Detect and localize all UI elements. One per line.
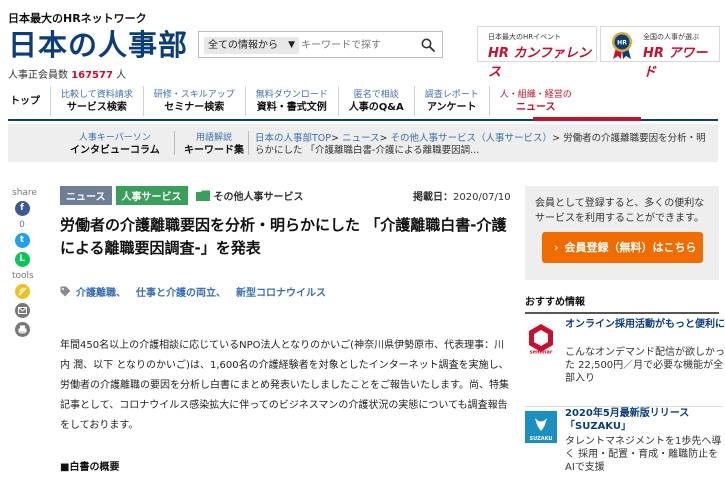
- nav-item-label: 資料・書式文例: [256, 101, 327, 113]
- member-register-text: 会員として登録すると、多くの便利なサービスを利用することができます。: [535, 198, 705, 224]
- hr-conference-subtitle: 日本最大のHRイベント: [488, 33, 562, 41]
- breadcrumb-separator: >: [331, 133, 339, 144]
- keyword-link[interactable]: 介護離職、: [76, 284, 126, 299]
- breadcrumb-separator: >: [379, 133, 388, 144]
- site-logo[interactable]: 日本の人事部: [8, 22, 188, 64]
- tag-hr-service[interactable]: 人事サービス: [115, 186, 188, 205]
- section-heading: ■白書の概要: [60, 462, 120, 473]
- nav-item-service-search[interactable]: 比較して資料請求 サービス検索: [50, 86, 143, 116]
- publish-date-label: 掲載日：: [413, 192, 453, 203]
- sub-nav-label: インタビューコラム: [70, 145, 160, 156]
- nav-item-caption: 人・組織・経営の: [499, 89, 572, 100]
- search-scope-select[interactable]: 全ての情報から ▼: [204, 37, 299, 54]
- nav-item-survey[interactable]: 調査レポート アンケート: [413, 86, 489, 116]
- nav-item-label: トップ: [10, 95, 40, 107]
- recommend-item[interactable]: SUZAKU 2020年5月最新版リリース「SUZAKU」 タレントマネジメント…: [525, 406, 723, 473]
- nav-item-label: サービス検索: [66, 101, 127, 113]
- twitter-icon[interactable]: t: [14, 233, 30, 248]
- member-count-number: 167577: [71, 70, 113, 81]
- article-keywords: 介護離職、 仕事と介護の両立、 新型コロナウイルス: [60, 284, 336, 299]
- nav-item-caption: 比較して資料請求: [61, 89, 133, 100]
- publish-date-value: 2020/07/10: [453, 192, 511, 203]
- sub-nav-label: キーワード集: [184, 145, 244, 156]
- svg-text:HR: HR: [617, 40, 627, 47]
- recommend-item-desc: こんなオンデマンド配信が欲しかった 22,500円／月で必要な機能が全部入り: [565, 347, 725, 384]
- nav-item-label: 人事のQ&A: [348, 101, 404, 113]
- global-nav: トップ 比較して資料請求 サービス検索 研修・スキルアップ セミナー検索 無料ダ…: [8, 86, 638, 116]
- nav-item-label: セミナー検索: [164, 101, 225, 113]
- member-count-unit: 人: [116, 70, 127, 81]
- hr-conference-banner[interactable]: 日本最大のHRイベント HR カンファレンス: [477, 26, 597, 80]
- article-tags: ニュース 人事サービス その他人事サービス: [60, 186, 304, 205]
- search-input[interactable]: [301, 37, 411, 54]
- nav-item-top[interactable]: トップ: [8, 86, 50, 116]
- article-body: 年間450名以上の介護相談に応じているNPO法人となりのかいご(神奈川県伊勢原市…: [60, 340, 509, 431]
- nav-item-label: アンケート: [426, 101, 477, 113]
- nav-item-seminar-search[interactable]: 研修・スキルアップ セミナー検索: [142, 86, 245, 116]
- sub-nav-bar: 人事キーパーソン インタビューコラム 用語解説 キーワード集 日本の人事部TOP…: [8, 124, 718, 162]
- suzaku-logo-label: SUZAKU: [529, 436, 552, 442]
- seminar-logo-label: seminar: [530, 350, 553, 355]
- member-count-label: 人事正会員数: [8, 70, 68, 81]
- search-icon[interactable]: [421, 38, 435, 52]
- line-icon[interactable]: L: [14, 252, 30, 267]
- keyword-link[interactable]: 新型コロナウイルス: [236, 284, 326, 299]
- facebook-icon[interactable]: f: [14, 201, 30, 216]
- recommend-item-title[interactable]: 2020年5月最新版リリース「SUZAKU」: [565, 407, 725, 433]
- mail-icon[interactable]: [14, 303, 30, 318]
- recommend-heading: おすすめ情報: [525, 293, 719, 314]
- breadcrumb-home[interactable]: 日本の人事部TOP: [255, 133, 331, 144]
- nav-item-caption: 匿名で相談: [353, 89, 399, 100]
- nav-item-documents[interactable]: 無料ダウンロード 資料・書式文例: [244, 86, 338, 116]
- nav-item-caption: 無料ダウンロード: [255, 89, 328, 100]
- sub-nav-interview[interactable]: 人事キーパーソン インタビューコラム: [70, 132, 160, 157]
- nav-item-qa[interactable]: 匿名で相談 人事のQ&A: [337, 86, 414, 116]
- breadcrumb: 日本の人事部TOP> ニュース> その他人事サービス（人事サービス）> 労働者の…: [255, 133, 715, 157]
- nav-item-caption: 調査レポート: [424, 89, 479, 100]
- breadcrumb-separator: >: [552, 133, 561, 144]
- hr-award-subtitle: 全国の人事が選ぶ: [643, 33, 699, 41]
- hr-conference-title: HR カンファレンス: [488, 46, 592, 80]
- tag-news[interactable]: ニュース: [60, 186, 112, 205]
- suzaku-logo-icon: SUZAKU: [525, 411, 557, 443]
- publish-date: 掲載日：2020/07/10: [413, 188, 511, 203]
- print-icon[interactable]: [14, 322, 30, 337]
- nav-item-news[interactable]: 人・組織・経営の ニュース: [488, 86, 582, 116]
- recommend-item-desc: タレントマネジメントを1歩先へ導く 採用・配置・育成・離職防止をAIで支援: [565, 436, 722, 473]
- recommend-item-title[interactable]: オンライン採用活動がもっと便利に: [565, 318, 725, 331]
- nav-item-caption: 研修・スキルアップ: [153, 89, 235, 100]
- tag-category[interactable]: その他人事サービス: [214, 188, 304, 203]
- tools-label: tools: [12, 271, 34, 281]
- search-scope-label: 全ての情報から: [208, 40, 278, 51]
- register-button-label: 会員登録（無料）はこちら: [564, 241, 697, 254]
- award-medal-icon: HR: [612, 32, 632, 59]
- member-count: 人事正会員数 167577 人: [8, 66, 126, 81]
- share-label: share: [12, 188, 37, 198]
- clip-icon[interactable]: [14, 284, 30, 299]
- share-rail: share f 0 t L tools: [12, 188, 37, 341]
- tag-icon: [60, 286, 71, 297]
- nav-item-label: ニュース: [516, 101, 556, 113]
- hr-award-title: HR アワード: [643, 46, 708, 80]
- register-button[interactable]: › 会員登録（無料）はこちら: [542, 232, 703, 263]
- sub-nav-caption: 用語解説: [195, 133, 232, 143]
- nav-active-indicator: [533, 117, 641, 121]
- breadcrumb-category[interactable]: その他人事サービス（人事サービス）: [391, 133, 553, 144]
- hr-award-banner[interactable]: HR 全国の人事が選ぶ HR アワード: [600, 26, 720, 80]
- breadcrumb-news[interactable]: ニュース: [342, 133, 380, 144]
- chevron-down-icon: ▼: [288, 40, 295, 50]
- member-register-box: 会員として登録すると、多くの便利なサービスを利用することができます。 › 会員登録…: [525, 186, 719, 280]
- folder-icon: [195, 190, 210, 201]
- sub-nav-keywords[interactable]: 用語解説 キーワード集: [184, 132, 244, 157]
- search-bar: 全ての情報から ▼: [198, 31, 443, 58]
- sub-nav-divider: [248, 131, 249, 155]
- article-title: 労働者の介護離職要因を分析・明らかにした 「介護離職白書-介護による離職要因調査…: [60, 216, 507, 257]
- sub-nav-caption: 人事キーパーソン: [78, 133, 151, 143]
- chevron-right-icon: ›: [554, 241, 559, 254]
- keyword-link[interactable]: 仕事と介護の両立、: [136, 284, 226, 299]
- sub-nav-divider: [174, 131, 175, 155]
- share-count: 0: [19, 220, 25, 230]
- seminar-logo-icon: seminar: [529, 324, 553, 355]
